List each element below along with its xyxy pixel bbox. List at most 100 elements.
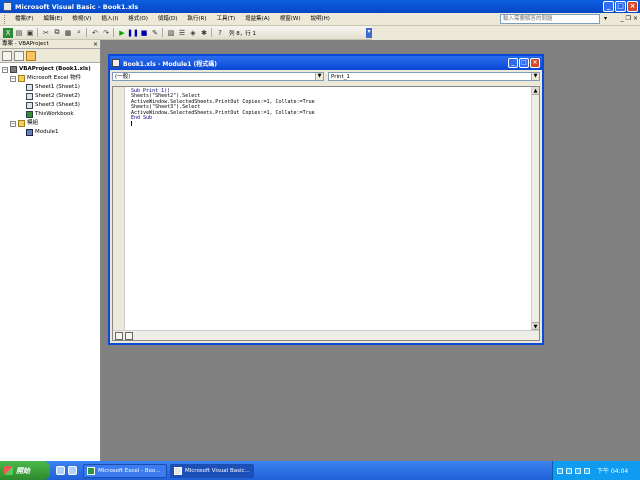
help-question-input[interactable] — [500, 14, 600, 24]
help-icon[interactable]: ? — [215, 28, 225, 38]
menu-debug[interactable]: 偵錯(D) — [153, 13, 183, 25]
code-window-icon[interactable] — [112, 59, 120, 67]
properties-icon[interactable]: ☰ — [177, 28, 187, 38]
object-combo[interactable]: (一般) ▼ — [112, 72, 324, 81]
minimize-button[interactable]: _ — [603, 1, 614, 12]
toolbar-separator — [86, 28, 88, 37]
toolbar-area — [372, 26, 640, 40]
close-button[interactable]: × — [627, 1, 638, 12]
system-tray: 下午 04:04 — [552, 461, 640, 480]
task-label: Microsoft Excel - Boo... — [98, 467, 161, 474]
menu-help[interactable]: 說明(H) — [305, 13, 334, 25]
clock[interactable]: 下午 04:04 — [597, 466, 628, 475]
code-margin[interactable] — [113, 87, 125, 330]
security-icon[interactable] — [584, 467, 590, 474]
menu-window[interactable]: 視窗(W) — [275, 13, 306, 25]
project-close-icon[interactable]: × — [93, 40, 98, 49]
paste-icon[interactable]: ▦ — [63, 28, 73, 38]
object-browser-icon[interactable]: ◈ — [188, 28, 198, 38]
undo-icon[interactable]: ↶ — [90, 28, 100, 38]
toolbox-icon[interactable]: ✱ — [199, 28, 209, 38]
menu-tools[interactable]: 工具(T) — [212, 13, 241, 25]
toolbar-separator — [37, 28, 39, 37]
menu-run[interactable]: 執行(R) — [182, 13, 211, 25]
scroll-up-icon[interactable]: ▲ — [532, 87, 539, 95]
scroll-down-icon[interactable]: ▼ — [532, 322, 539, 330]
mdi-restore-icon[interactable]: ❐ — [626, 15, 631, 22]
view-excel-icon[interactable]: X — [3, 27, 13, 38]
language-icon[interactable] — [557, 467, 563, 474]
project-explorer-toolbar — [0, 49, 100, 63]
horizontal-scrollbar[interactable] — [113, 330, 539, 340]
find-icon[interactable]: ⌕ — [74, 28, 84, 38]
network-icon[interactable] — [566, 467, 572, 474]
run-icon[interactable]: ▶ — [117, 28, 127, 38]
tree-node-excel-objects[interactable]: − Microsoft Excel 物件 — [0, 74, 100, 83]
break-icon[interactable]: ❚❚ — [127, 28, 139, 38]
view-object-icon[interactable] — [14, 51, 24, 61]
show-desktop-icon[interactable] — [68, 466, 77, 475]
vb-app-icon[interactable] — [3, 2, 12, 11]
help-dropdown-icon[interactable]: ▾ — [604, 15, 607, 22]
tree-node-sheet1[interactable]: Sheet1 (Sheet1) — [0, 83, 100, 92]
volume-icon[interactable] — [575, 467, 581, 474]
chevron-down-icon[interactable]: ▼ — [315, 73, 323, 80]
vertical-scrollbar[interactable]: ▲ ▼ — [531, 87, 539, 330]
collapse-icon[interactable]: − — [2, 66, 8, 73]
mdi-close-icon[interactable]: × — [633, 15, 638, 22]
code-line-cursor[interactable] — [131, 121, 315, 127]
insert-module-icon[interactable]: ▤ — [14, 28, 24, 38]
tree-node-vbaproject[interactable]: − VBAProject (Book1.xls) — [0, 65, 100, 74]
collapse-icon[interactable]: − — [10, 120, 16, 127]
cut-icon[interactable]: ✂ — [41, 28, 51, 38]
object-combo-value: (一般) — [115, 74, 131, 80]
project-tree: − VBAProject (Book1.xls) − Microsoft Exc… — [0, 63, 100, 137]
design-mode-icon[interactable]: ✎ — [150, 28, 160, 38]
redo-icon[interactable]: ↷ — [101, 28, 111, 38]
project-explorer: 專案 - VBAProject × − VBAProject (Book1.xl… — [0, 40, 101, 461]
reset-icon[interactable]: ■ — [139, 28, 149, 38]
sheet-icon — [26, 102, 33, 109]
code-minimize-button[interactable]: _ — [508, 58, 518, 68]
tree-node-modules[interactable]: − 模組 — [0, 119, 100, 128]
code-editor[interactable]: Sub Print_1() Sheets("Sheet2").Select Acti… — [112, 86, 540, 341]
title-bar: Microsoft Visual Basic - Book1.xls _ □ × — [0, 0, 640, 13]
code-text[interactable]: Sub Print_1() Sheets("Sheet2").Select Acti… — [131, 88, 315, 128]
maximize-button[interactable]: □ — [615, 1, 626, 12]
collapse-icon[interactable]: − — [10, 75, 16, 82]
project-explorer-icon[interactable]: ▧ — [166, 28, 176, 38]
tree-node-label: Sheet2 (Sheet2) — [35, 93, 80, 99]
task-excel[interactable]: Microsoft Excel - Boo... — [83, 463, 167, 478]
procedure-view-icon[interactable] — [115, 331, 123, 340]
ie-icon[interactable] — [56, 466, 65, 475]
cursor-position: 列 8，行 1 — [229, 30, 256, 37]
mdi-minimize-icon[interactable]: _ — [621, 15, 624, 22]
menu-file[interactable]: 檔案(F) — [10, 13, 38, 25]
copy-icon[interactable]: ⧉ — [52, 28, 62, 38]
tree-node-module1[interactable]: Module1 — [0, 128, 100, 137]
tree-node-thisworkbook[interactable]: ThisWorkbook — [0, 110, 100, 119]
project-explorer-title: 專案 - VBAProject × — [0, 40, 100, 49]
start-button[interactable]: 開始 — [0, 461, 50, 480]
save-icon[interactable]: ▣ — [25, 28, 35, 38]
task-vb[interactable]: Microsoft Visual Basic... — [170, 463, 254, 478]
view-code-icon[interactable] — [2, 51, 12, 61]
menu-format[interactable]: 格式(O) — [123, 13, 153, 25]
tree-node-sheet2[interactable]: Sheet2 (Sheet2) — [0, 92, 100, 101]
code-maximize-button[interactable]: □ — [519, 58, 529, 68]
code-close-button[interactable]: × — [530, 58, 540, 68]
menu-insert[interactable]: 插入(I) — [96, 13, 123, 25]
full-module-view-icon[interactable] — [125, 331, 133, 340]
menu-edit[interactable]: 編輯(E) — [38, 13, 67, 25]
tree-node-sheet3[interactable]: Sheet3 (Sheet3) — [0, 101, 100, 110]
folder-icon — [18, 75, 25, 82]
tree-node-label: Microsoft Excel 物件 — [27, 75, 82, 81]
menu-addins[interactable]: 增益集(A) — [240, 13, 275, 25]
quick-launch — [56, 466, 77, 475]
procedure-combo[interactable]: Print_1 ▼ — [328, 72, 540, 81]
toggle-folders-icon[interactable] — [26, 51, 36, 61]
menu-grip[interactable] — [4, 14, 7, 24]
chevron-down-icon[interactable]: ▼ — [531, 73, 539, 80]
menu-view[interactable]: 檢視(V) — [67, 13, 96, 25]
code-line[interactable]: ActiveWindow.SelectedSheets.PrintOut Cop… — [131, 110, 315, 116]
